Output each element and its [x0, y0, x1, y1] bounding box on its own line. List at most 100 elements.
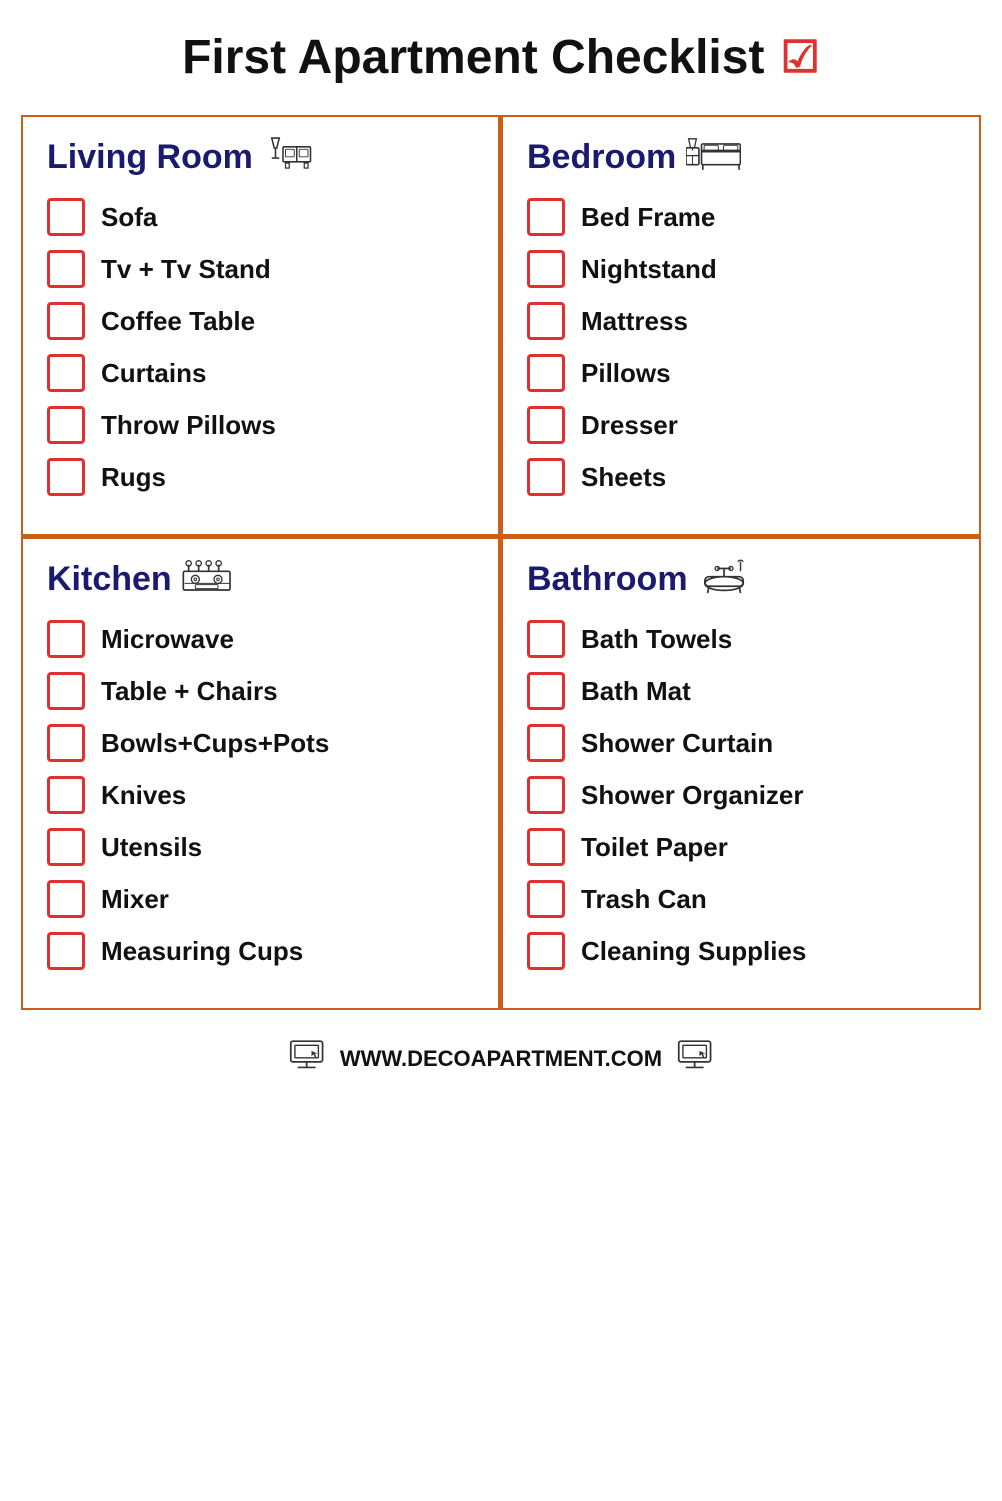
- bathroom-item-label-1: Bath Mat: [581, 676, 691, 707]
- living-room-item-label-3: Curtains: [101, 358, 206, 389]
- bedroom-checkbox-2[interactable]: [527, 302, 565, 340]
- living-room-label: Living Room: [47, 138, 253, 177]
- list-item: Pillows: [527, 354, 955, 392]
- bedroom-checkbox-1[interactable]: [527, 250, 565, 288]
- list-item: Trash Can: [527, 880, 955, 918]
- list-item: Rugs: [47, 458, 474, 496]
- bedroom-item-label-4: Dresser: [581, 410, 678, 441]
- living-room-item-label-5: Rugs: [101, 462, 166, 493]
- footer-url: WWW.DECOAPARTMENT.COM: [340, 1046, 662, 1072]
- kitchen-item-label-0: Microwave: [101, 624, 234, 655]
- living-room-section: Living Room SofaTv + Tv StandCoffee Ta: [21, 115, 501, 537]
- kitchen-checkbox-2[interactable]: [47, 724, 85, 762]
- living-room-header: Living Room: [47, 135, 474, 180]
- checkmark-icon: ☑: [780, 32, 819, 83]
- list-item: Knives: [47, 776, 474, 814]
- list-item: Dresser: [527, 406, 955, 444]
- kitchen-checkbox-1[interactable]: [47, 672, 85, 710]
- bathroom-checkbox-2[interactable]: [527, 724, 565, 762]
- bathroom-label: Bathroom: [527, 560, 688, 599]
- kitchen-checkbox-5[interactable]: [47, 880, 85, 918]
- list-item: Nightstand: [527, 250, 955, 288]
- bathroom-item-label-0: Bath Towels: [581, 624, 732, 655]
- footer-icon-left: [288, 1038, 326, 1080]
- bathroom-checkbox-3[interactable]: [527, 776, 565, 814]
- list-item: Cleaning Supplies: [527, 932, 955, 970]
- kitchen-item-label-5: Mixer: [101, 884, 169, 915]
- living-room-checkbox-4[interactable]: [47, 406, 85, 444]
- list-item: Coffee Table: [47, 302, 474, 340]
- bedroom-item-label-2: Mattress: [581, 306, 688, 337]
- bedroom-item-label-5: Sheets: [581, 462, 666, 493]
- living-room-checkbox-5[interactable]: [47, 458, 85, 496]
- list-item: Bowls+Cups+Pots: [47, 724, 474, 762]
- list-item: Mixer: [47, 880, 474, 918]
- kitchen-checkbox-3[interactable]: [47, 776, 85, 814]
- bathroom-item-label-3: Shower Organizer: [581, 780, 804, 811]
- bathroom-item-label-5: Trash Can: [581, 884, 707, 915]
- checklist-grid: Living Room SofaTv + Tv StandCoffee Ta: [21, 115, 981, 1010]
- living-room-item-label-1: Tv + Tv Stand: [101, 254, 271, 285]
- kitchen-item-label-2: Bowls+Cups+Pots: [101, 728, 329, 759]
- list-item: Bath Mat: [527, 672, 955, 710]
- bathroom-header: Bathroom: [527, 557, 955, 602]
- bathroom-section: Bathroom: [501, 537, 981, 1010]
- kitchen-header: Kitchen: [47, 557, 474, 602]
- list-item: Microwave: [47, 620, 474, 658]
- footer: WWW.DECOAPARTMENT.COM: [288, 1038, 714, 1080]
- bedroom-item-label-1: Nightstand: [581, 254, 717, 285]
- kitchen-items: Microwave Table + Chairs Bowls+Cups+Pots Kn…: [47, 620, 474, 970]
- bedroom-icon: [686, 135, 741, 180]
- kitchen-icon: [182, 557, 232, 602]
- bedroom-header: Bedroom: [527, 135, 955, 180]
- kitchen-item-label-4: Utensils: [101, 832, 202, 863]
- list-item: Throw Pillows: [47, 406, 474, 444]
- bedroom-item-label-0: Bed Frame: [581, 202, 715, 233]
- bedroom-section: Bedroom: [501, 115, 981, 537]
- bathroom-checkbox-6[interactable]: [527, 932, 565, 970]
- bedroom-checkbox-4[interactable]: [527, 406, 565, 444]
- living-room-checkbox-3[interactable]: [47, 354, 85, 392]
- kitchen-label: Kitchen: [47, 560, 172, 599]
- kitchen-checkbox-0[interactable]: [47, 620, 85, 658]
- bedroom-checkbox-5[interactable]: [527, 458, 565, 496]
- list-item: Sofa: [47, 198, 474, 236]
- bathroom-item-label-4: Toilet Paper: [581, 832, 728, 863]
- kitchen-checkbox-4[interactable]: [47, 828, 85, 866]
- list-item: Bed Frame: [527, 198, 955, 236]
- list-item: Table + Chairs: [47, 672, 474, 710]
- bathroom-checkbox-1[interactable]: [527, 672, 565, 710]
- living-room-item-label-4: Throw Pillows: [101, 410, 276, 441]
- kitchen-item-label-6: Measuring Cups: [101, 936, 303, 967]
- bedroom-item-label-3: Pillows: [581, 358, 671, 389]
- title-text: First Apartment Checklist: [182, 30, 764, 85]
- bathroom-item-label-2: Shower Curtain: [581, 728, 773, 759]
- kitchen-item-label-3: Knives: [101, 780, 186, 811]
- bathroom-checkbox-4[interactable]: [527, 828, 565, 866]
- list-item: Curtains: [47, 354, 474, 392]
- living-room-items: Sofa Tv + Tv Stand Coffee Table Curtains Thr…: [47, 198, 474, 496]
- bathroom-checkbox-0[interactable]: [527, 620, 565, 658]
- living-room-icon: [263, 135, 313, 180]
- living-room-item-label-2: Coffee Table: [101, 306, 255, 337]
- list-item: Mattress: [527, 302, 955, 340]
- list-item: Utensils: [47, 828, 474, 866]
- kitchen-checkbox-6[interactable]: [47, 932, 85, 970]
- living-room-checkbox-1[interactable]: [47, 250, 85, 288]
- bathroom-item-label-6: Cleaning Supplies: [581, 936, 806, 967]
- kitchen-item-label-1: Table + Chairs: [101, 676, 278, 707]
- living-room-item-label-0: Sofa: [101, 202, 157, 233]
- bedroom-label: Bedroom: [527, 138, 676, 177]
- page-title: First Apartment Checklist ☑: [182, 30, 820, 85]
- living-room-checkbox-0[interactable]: [47, 198, 85, 236]
- bedroom-checkbox-0[interactable]: [527, 198, 565, 236]
- footer-icon-right: [676, 1038, 714, 1080]
- list-item: Toilet Paper: [527, 828, 955, 866]
- list-item: Shower Curtain: [527, 724, 955, 762]
- bathroom-icon: [698, 557, 746, 602]
- living-room-checkbox-2[interactable]: [47, 302, 85, 340]
- bedroom-checkbox-3[interactable]: [527, 354, 565, 392]
- kitchen-section: Kitchen: [21, 537, 501, 1010]
- list-item: Shower Organizer: [527, 776, 955, 814]
- bathroom-checkbox-5[interactable]: [527, 880, 565, 918]
